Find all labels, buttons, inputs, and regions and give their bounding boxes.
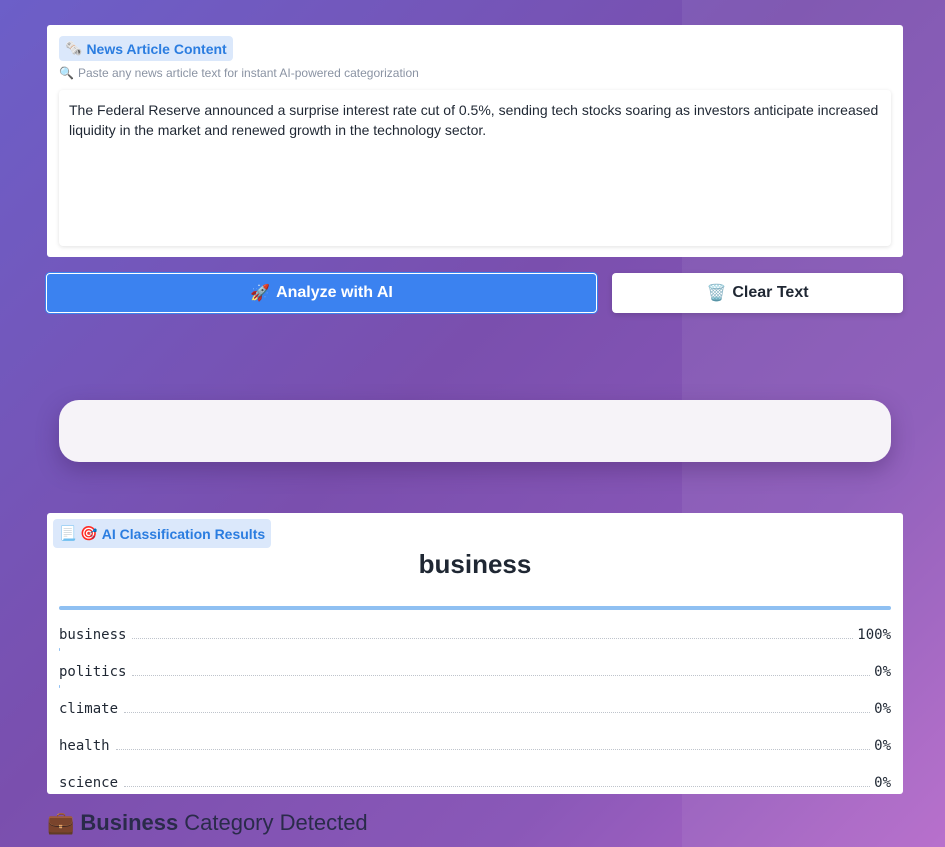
- score-row-business: business 100%: [59, 616, 891, 653]
- analyze-button[interactable]: 🚀 Analyze with AI: [46, 273, 597, 313]
- leader-dots: [124, 786, 871, 787]
- trash-icon: 🗑️: [706, 285, 727, 302]
- results-label-chip: 📃 🎯 AI Classification Results: [53, 519, 272, 548]
- briefcase-icon: 💼: [47, 810, 75, 835]
- score-bar: [59, 648, 60, 651]
- search-icon: 🔍: [59, 66, 74, 80]
- results-icons: 📃 🎯: [59, 525, 98, 541]
- score-bar: [59, 685, 60, 688]
- results-label: AI Classification Results: [101, 525, 266, 542]
- leader-dots: [124, 712, 871, 713]
- score-row-name: business: [59, 626, 133, 643]
- score-row-name: health: [59, 737, 116, 754]
- article-hint-text: Paste any news article text for instant …: [77, 66, 419, 80]
- score-row-name: politics: [59, 663, 133, 680]
- score-row-pct: 0%: [870, 774, 891, 791]
- score-row-pct: 0%: [870, 663, 891, 680]
- category-name: Business: [80, 810, 179, 835]
- leader-dots: [132, 638, 854, 639]
- category-detected-text: Category Detected: [184, 810, 368, 835]
- score-row-politics: politics 0%: [59, 653, 891, 690]
- leader-dots: [115, 749, 871, 750]
- score-row-pct: 100%: [853, 626, 891, 643]
- article-label: News Article Content: [86, 40, 227, 57]
- newspaper-icon: 🗞️: [65, 40, 83, 56]
- score-row-health: health 0%: [59, 727, 891, 764]
- top-category-title: business: [418, 549, 532, 579]
- analyze-button-label: Analyze with AI: [276, 284, 393, 301]
- category-detected-heading: 💼 Business Category Detected: [47, 810, 368, 836]
- score-row-pct: 0%: [870, 737, 891, 754]
- score-row-name: climate: [59, 700, 125, 717]
- rocket-icon: 🚀: [250, 285, 271, 302]
- clear-button-label: Clear Text: [732, 284, 809, 301]
- results-card: 📃 🎯 AI Classification Results business b…: [47, 513, 903, 794]
- score-row-climate: climate 0%: [59, 690, 891, 727]
- article-input-card: 🗞️ News Article Content 🔍 Paste any news…: [47, 25, 903, 257]
- score-list: business 100% politics 0% climate 0% hea…: [59, 616, 891, 801]
- article-hint: 🔍 Paste any news article text for instan…: [59, 66, 419, 80]
- article-textarea[interactable]: The Federal Reserve announced a surprise…: [59, 90, 891, 246]
- article-label-chip: 🗞️ News Article Content: [59, 36, 233, 61]
- score-row-pct: 0%: [870, 700, 891, 717]
- score-row-name: science: [59, 774, 125, 791]
- clear-button[interactable]: 🗑️ Clear Text: [612, 273, 903, 313]
- top-score-bar: [59, 606, 891, 610]
- status-panel: [59, 400, 891, 462]
- leader-dots: [132, 675, 871, 676]
- score-row-science: science 0%: [59, 764, 891, 801]
